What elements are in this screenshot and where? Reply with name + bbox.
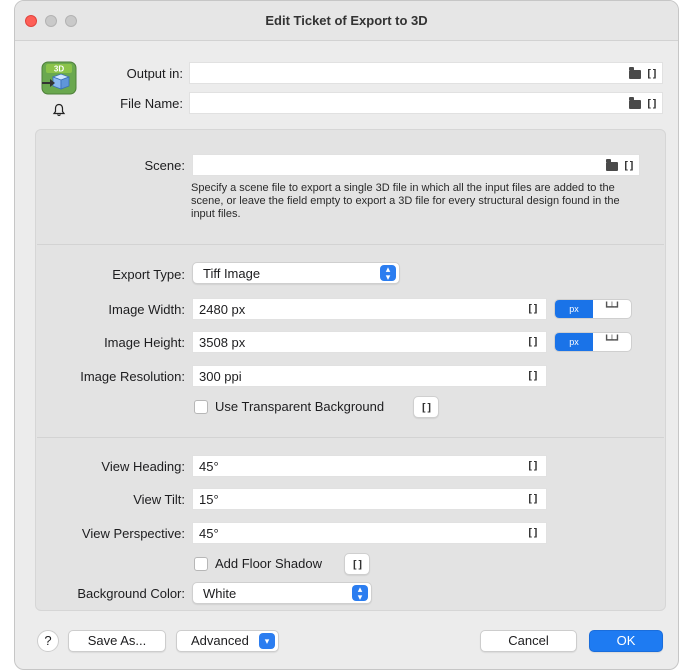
chevron-down-icon: ▾ bbox=[259, 633, 275, 649]
folder-icon[interactable] bbox=[605, 159, 618, 171]
image-width-field[interactable]: 2480 px [] bbox=[192, 298, 547, 320]
image-width-label: Image Width: bbox=[108, 302, 185, 317]
image-height-label: Image Height: bbox=[104, 335, 185, 350]
bracket-icon[interactable]: [] bbox=[527, 302, 539, 315]
px-unit-button[interactable]: px bbox=[555, 333, 593, 351]
window-title: Edit Ticket of Export to 3D bbox=[265, 13, 428, 28]
scene-help-text: Specify a scene file to export a single … bbox=[191, 182, 620, 220]
chevron-updown-icon: ▴ ▾ bbox=[352, 585, 368, 602]
folder-icon[interactable] bbox=[628, 67, 641, 79]
bell-icon[interactable] bbox=[52, 103, 66, 117]
export-type-label: Export Type: bbox=[112, 267, 185, 282]
image-width-value: 2480 px bbox=[199, 302, 246, 317]
output-in-label: Output in: bbox=[126, 66, 183, 81]
image-resolution-label: Image Resolution: bbox=[80, 369, 185, 384]
divider bbox=[37, 244, 664, 245]
transparent-background-bracket-button[interactable]: [] bbox=[413, 396, 439, 418]
advanced-label: Advanced bbox=[191, 633, 249, 648]
image-resolution-field[interactable]: 300 ppi [] bbox=[192, 365, 547, 387]
view-tilt-value: 15° bbox=[199, 492, 219, 507]
advanced-button[interactable]: Advanced ▾ bbox=[176, 630, 279, 652]
view-heading-label: View Heading: bbox=[101, 459, 185, 474]
bracket-icon: [] bbox=[420, 401, 432, 414]
view-tilt-field[interactable]: 15° [] bbox=[192, 488, 547, 510]
transparent-background-label[interactable]: Use Transparent Background bbox=[215, 399, 384, 414]
view-perspective-field[interactable]: 45° [] bbox=[192, 522, 547, 544]
folder-icon[interactable] bbox=[628, 97, 641, 109]
transparent-background-checkbox[interactable] bbox=[194, 400, 208, 414]
file-name-label: File Name: bbox=[120, 96, 183, 111]
floor-shadow-label[interactable]: Add Floor Shadow bbox=[215, 556, 322, 571]
title-bar: Edit Ticket of Export to 3D bbox=[15, 1, 678, 41]
image-resolution-value: 300 ppi bbox=[199, 369, 242, 384]
file-name-field[interactable]: [] bbox=[189, 92, 663, 114]
image-height-field[interactable]: 3508 px [] bbox=[192, 331, 547, 353]
ruler-icon[interactable]: ┗┷┛ bbox=[593, 300, 631, 318]
background-color-label: Background Color: bbox=[77, 586, 185, 601]
bracket-icon[interactable]: [] bbox=[527, 526, 539, 539]
floor-shadow-checkbox[interactable] bbox=[194, 557, 208, 571]
view-perspective-value: 45° bbox=[199, 526, 219, 541]
scene-label: Scene: bbox=[144, 158, 185, 173]
scene-field[interactable]: [] bbox=[192, 154, 640, 176]
width-unit-toggle[interactable]: px ┗┷┛ bbox=[554, 299, 632, 319]
chevron-updown-icon: ▴ ▾ bbox=[380, 265, 396, 282]
bracket-icon[interactable]: [] bbox=[623, 159, 635, 172]
bracket-icon[interactable]: [] bbox=[527, 335, 539, 348]
dialog-window: Edit Ticket of Export to 3D 3D Output in… bbox=[14, 0, 679, 670]
bracket-icon[interactable]: [] bbox=[646, 67, 658, 80]
divider bbox=[37, 437, 664, 438]
view-perspective-label: View Perspective: bbox=[81, 526, 185, 541]
app-icon-text: 3D bbox=[54, 65, 64, 74]
height-unit-toggle[interactable]: px ┗┷┛ bbox=[554, 332, 632, 352]
output-in-field[interactable]: [] bbox=[189, 62, 663, 84]
floor-shadow-bracket-button[interactable]: [] bbox=[344, 553, 370, 575]
save-as-button[interactable]: Save As... bbox=[68, 630, 166, 652]
bracket-icon[interactable]: [] bbox=[527, 459, 539, 472]
ruler-icon[interactable]: ┗┷┛ bbox=[593, 333, 631, 351]
background-color-value: White bbox=[203, 586, 237, 601]
ok-button[interactable]: OK bbox=[589, 630, 663, 652]
view-heading-value: 45° bbox=[199, 459, 219, 474]
export-type-value: Tiff Image bbox=[203, 266, 261, 281]
background-color-select[interactable]: White ▴ ▾ bbox=[192, 582, 372, 604]
bracket-icon[interactable]: [] bbox=[527, 492, 539, 505]
help-button[interactable]: ? bbox=[37, 630, 59, 652]
view-tilt-label: View Tilt: bbox=[133, 492, 185, 507]
view-heading-field[interactable]: 45° [] bbox=[192, 455, 547, 477]
px-unit-button[interactable]: px bbox=[555, 300, 593, 318]
image-height-value: 3508 px bbox=[199, 335, 246, 350]
bracket-icon[interactable]: [] bbox=[527, 369, 539, 382]
export-type-select[interactable]: Tiff Image ▴ ▾ bbox=[192, 262, 400, 284]
cancel-button[interactable]: Cancel bbox=[480, 630, 577, 652]
export-3d-icon: 3D bbox=[41, 61, 77, 95]
bracket-icon[interactable]: [] bbox=[646, 97, 658, 110]
bracket-icon: [] bbox=[351, 558, 363, 571]
